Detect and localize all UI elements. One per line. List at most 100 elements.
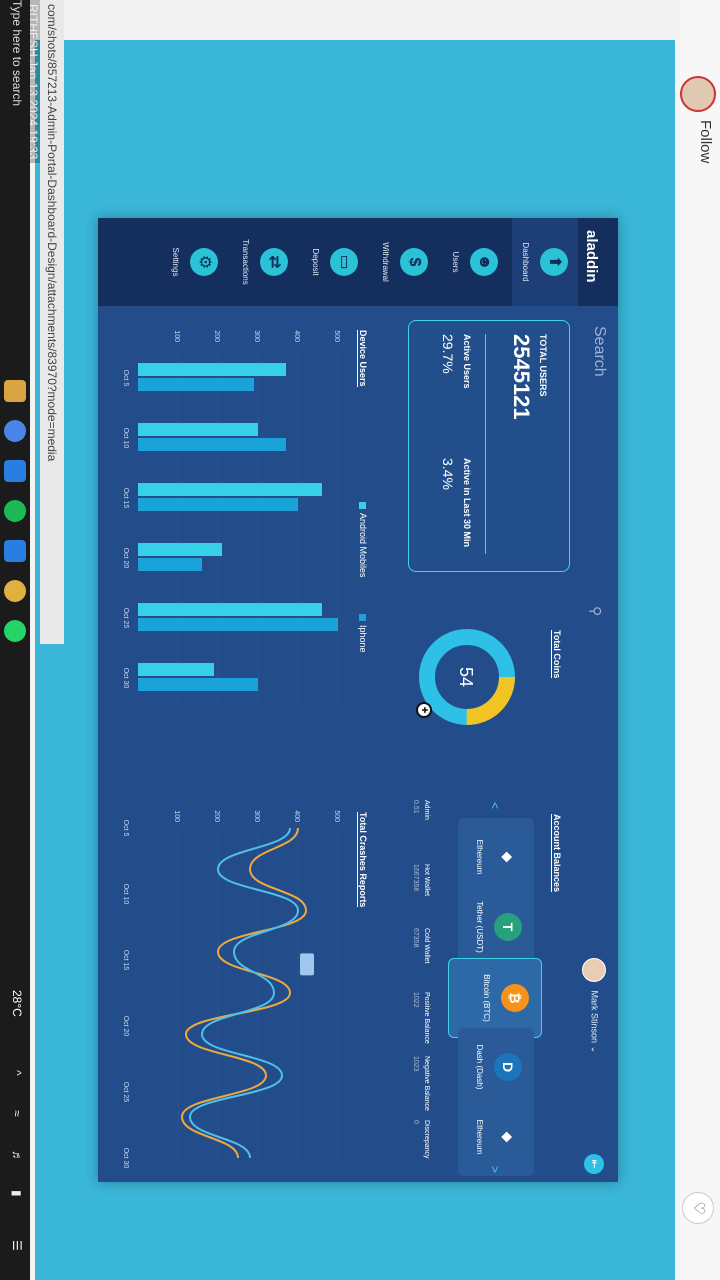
chevron-down-icon: ⌄ — [589, 1045, 600, 1054]
series-line — [180, 827, 308, 1159]
legend-swatch — [358, 614, 366, 621]
coin-icon: D — [494, 1053, 522, 1081]
bar — [138, 438, 286, 451]
dollar-icon: $ — [400, 248, 428, 276]
taskbar: Type here to search 28°C ^ ≈ ♬ ▮ ☰ — [0, 0, 30, 1280]
balance-label: Admin — [423, 800, 430, 820]
coin-card[interactable]: ₿ Bitcoin (BTC) — [448, 958, 542, 1038]
balance-column: Positive Balance 1022 — [412, 992, 430, 1044]
x-tick-label: Oct 30 — [122, 668, 129, 689]
sidebar-item-users[interactable]: ☻ Users — [442, 218, 508, 306]
balance-label: Discrepancy — [423, 1120, 430, 1159]
sidebar-item-dashboard[interactable]: ⬆ Dashboard — [512, 218, 578, 306]
x-tick-label: Oct 5 — [122, 370, 129, 387]
bar — [138, 378, 254, 391]
chevron-up-icon[interactable]: ^ — [10, 1070, 24, 1076]
coin-card[interactable]: D Dash (Dash) — [458, 1028, 534, 1106]
y-tick-label: 500 — [333, 810, 340, 822]
sidebar-item-transactions[interactable]: ⇄ Transactions — [232, 218, 298, 306]
app-icon[interactable] — [4, 460, 26, 482]
user-menu[interactable]: Mark Stinson ⌄ — [582, 958, 606, 1053]
heart-icon[interactable]: ♡ — [682, 1192, 714, 1224]
total-users-value: 2545121 — [509, 334, 534, 420]
file-explorer-icon[interactable] — [4, 380, 26, 402]
bar — [138, 423, 258, 436]
sidebar-item-label: Settings — [171, 247, 180, 277]
search-input[interactable]: Search ⚲ — [568, 326, 608, 656]
x-tick-label: Oct 25 — [122, 1082, 129, 1103]
photo-stage: Follow ♡ aladdin ⬆ Dashboard ☻ Users $ Withdr… — [0, 0, 720, 1280]
coin-name: Dash (Dash) — [475, 1044, 484, 1090]
search-icon[interactable]: ⚲ — [587, 606, 604, 616]
sidebar-item-withdrawal[interactable]: $ Withdrawal — [372, 218, 438, 306]
sidebar-item-label: Users — [451, 251, 460, 273]
x-tick-label: Oct 20 — [122, 1016, 129, 1037]
follow-button[interactable]: Follow — [697, 120, 714, 163]
y-tick-label: 400 — [293, 330, 300, 342]
card-icon: ▭ — [330, 248, 358, 276]
bar — [138, 498, 298, 511]
volume-icon[interactable]: ♬ — [10, 1150, 24, 1162]
browser-icon[interactable] — [4, 580, 26, 602]
vscode-icon[interactable] — [4, 540, 26, 562]
total-coins-value: 54 — [456, 667, 476, 687]
balance-label: Hot Wallet — [423, 864, 430, 897]
x-tick-label: Oct 15 — [122, 488, 129, 509]
balance-label: Cold Wallet — [423, 928, 430, 964]
sidebar-item-label: Transactions — [241, 239, 250, 285]
notification-icon[interactable]: ☰ — [10, 1240, 24, 1251]
active-users-value: 29.7% — [440, 334, 456, 374]
balance-column: Hot Wallet 1667358 — [412, 864, 430, 896]
y-tick-label: 400 — [293, 810, 300, 822]
x-tick-label: Oct 15 — [122, 950, 129, 971]
y-tick-label: 300 — [253, 810, 260, 822]
sidebar-item-deposit[interactable]: ▭ Deposit — [302, 218, 368, 306]
balance-value: 67358 — [412, 928, 419, 948]
coin-card[interactable]: T Tether (USDT) — [458, 888, 534, 966]
avatar — [582, 958, 606, 982]
designer-avatar[interactable] — [680, 76, 716, 112]
coin-card[interactable]: ◆ Ethereum — [458, 818, 534, 896]
total-coins-title: Total Coins — [551, 630, 562, 679]
browser-url-bar[interactable]: com/shots/857213-Admin-Portal-Dashboard-… — [40, 0, 64, 644]
y-tick-label: 100 — [173, 810, 180, 822]
device-users-chart: 100 200 300 400 500 Oct 5 Oct 10 Oct 15 Oct 20 Oc… — [122, 330, 340, 708]
legend-android: Android Mobiles — [358, 502, 368, 578]
spotify-icon[interactable] — [4, 500, 26, 522]
logo: aladdin — [583, 230, 600, 283]
balance-column: Negative Balance 1023 — [412, 1056, 430, 1111]
coin-icon: ◆ — [494, 843, 522, 871]
coin-card[interactable]: ◆ Ethereum — [458, 1098, 534, 1176]
balance-label: Positive Balance — [423, 992, 430, 1044]
x-tick-label: Oct 20 — [122, 548, 129, 569]
coin-name: Tether (USDT) — [475, 901, 484, 953]
taskbar-search[interactable]: Type here to search — [10, 0, 24, 106]
chrome-icon[interactable] — [4, 420, 26, 442]
users-icon: ☻ — [470, 248, 498, 276]
bar — [138, 558, 202, 571]
y-tick-label: 500 — [333, 330, 340, 342]
active-30-label: Active in Last 30 Min — [462, 458, 472, 548]
coin-icon: T — [494, 913, 522, 941]
weather-label[interactable]: 28°C — [10, 990, 24, 1017]
balance-value: 1022 — [412, 992, 419, 1008]
sidebar-item-label: Withdrawal — [381, 242, 390, 282]
logout-icon[interactable]: ⇤ — [584, 1154, 604, 1174]
whatsapp-icon[interactable] — [4, 620, 26, 642]
coin-name: Ethereum — [475, 1119, 484, 1155]
balance-column: Admin 0.51 — [412, 800, 430, 820]
crash-reports-chart: 100 200 300 400 500 Oct 5 Oct 10 Oct 15 Oct 20 Oc… — [122, 810, 340, 1168]
chevron-right-icon[interactable]: > — [488, 1166, 502, 1173]
sidebar-item-settings[interactable]: ⚙ Settings — [162, 218, 228, 306]
y-tick-label: 200 — [213, 330, 220, 342]
bar — [138, 678, 258, 691]
balance-value: 1667358 — [412, 864, 419, 892]
bar — [138, 603, 322, 616]
chevron-left-icon[interactable]: < — [488, 802, 502, 809]
battery-icon[interactable]: ▮ — [10, 1190, 24, 1197]
series-line — [188, 827, 300, 1159]
account-balances-title: Account Balances — [551, 814, 562, 893]
user-name: Mark Stinson — [589, 990, 600, 1044]
wifi-icon[interactable]: ≈ — [10, 1110, 24, 1117]
balance-column: Discrepancy 0 — [412, 1120, 430, 1159]
